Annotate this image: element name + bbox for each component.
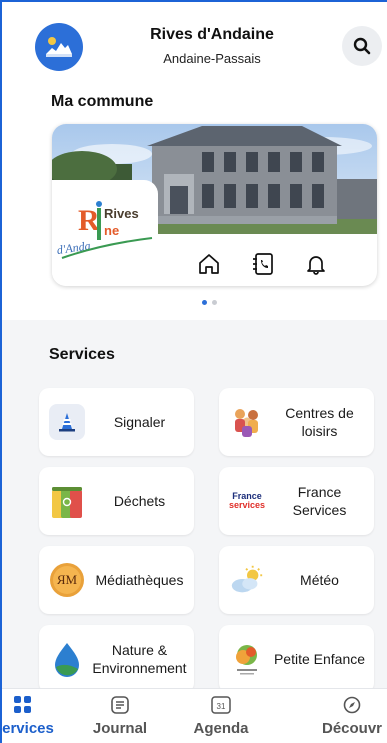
carousel-indicator[interactable] bbox=[202, 300, 217, 305]
traffic-cone-icon bbox=[49, 404, 85, 440]
service-dechets[interactable]: Déchets bbox=[39, 467, 194, 535]
calendar-icon-day: 31 bbox=[217, 702, 226, 711]
weather-icon bbox=[229, 562, 265, 598]
service-france-services[interactable]: France services France Services bbox=[219, 467, 374, 535]
service-centres-loisirs[interactable]: Centres de loisirs bbox=[219, 388, 374, 456]
svg-text:R: R bbox=[78, 204, 100, 237]
notifications-button[interactable] bbox=[302, 250, 330, 278]
nav-label-decouvrir: Découvr bbox=[321, 720, 383, 737]
phone-contact-icon bbox=[253, 253, 273, 275]
app-screen: Rives d'Andaine Andaine-Passais Ma commu… bbox=[0, 0, 387, 743]
bottom-navigation: Services Journal 31 Agenda bbox=[0, 688, 387, 743]
logo-text-rives: Rives bbox=[104, 206, 139, 221]
service-meteo[interactable]: Météo bbox=[219, 546, 374, 614]
bell-icon bbox=[307, 256, 325, 275]
search-icon bbox=[353, 37, 371, 55]
window-border-top bbox=[0, 0, 387, 2]
nature-icon bbox=[49, 641, 85, 677]
service-label: Déchets bbox=[113, 493, 166, 509]
service-mediatheques[interactable]: ЯМ Médiathèques bbox=[39, 546, 194, 614]
town-logo[interactable] bbox=[35, 23, 83, 71]
service-label: Centres de loisirs bbox=[285, 405, 354, 439]
window-border-left bbox=[0, 0, 2, 743]
grid-icon bbox=[13, 696, 33, 714]
service-petite-enfance[interactable]: Petite Enfance bbox=[219, 625, 374, 693]
home-button[interactable] bbox=[195, 250, 223, 278]
service-label: Nature & Environnement bbox=[92, 642, 187, 676]
service-label: Météo bbox=[300, 572, 339, 588]
header-area: Rives d'Andaine Andaine-Passais Ma commu… bbox=[2, 2, 387, 320]
rives-andaine-logo-graphic: R Rives ne d'Anda bbox=[56, 201, 153, 259]
children-icon bbox=[229, 404, 265, 440]
compass-icon bbox=[342, 696, 362, 714]
app-subtitle: Andaine-Passais bbox=[163, 51, 261, 66]
nav-item-agenda[interactable]: 31 Agenda bbox=[176, 689, 266, 743]
bins-icon bbox=[49, 483, 85, 519]
nav-item-decouvrir[interactable]: Découvr bbox=[307, 689, 387, 743]
service-label: Signaler bbox=[113, 414, 166, 430]
service-signaler[interactable]: Signaler bbox=[39, 388, 194, 456]
logo-text-ne: ne bbox=[104, 223, 119, 238]
search-button[interactable] bbox=[342, 26, 382, 66]
town-logo-icon bbox=[46, 37, 72, 57]
nav-label-agenda: Agenda bbox=[193, 720, 249, 737]
service-nature-environnement[interactable]: Nature & Environnement bbox=[39, 625, 194, 693]
carousel-dot-1[interactable] bbox=[202, 300, 207, 305]
france-services-icon: France services bbox=[228, 491, 266, 510]
app-title: Rives d'Andaine bbox=[150, 26, 274, 43]
commune-card[interactable]: R Rives ne d'Anda bbox=[52, 124, 377, 286]
mediatheque-icon: ЯМ bbox=[49, 562, 85, 598]
service-label: Médiathèques bbox=[95, 572, 184, 588]
home-icon bbox=[199, 254, 219, 274]
rives-andaine-logo: R Rives ne d'Anda bbox=[52, 180, 158, 286]
nav-item-services[interactable]: Services bbox=[0, 689, 68, 743]
mediatheque-logo-text: ЯМ bbox=[57, 572, 78, 587]
service-label: Petite Enfance bbox=[273, 651, 366, 667]
nav-label-journal: Journal bbox=[92, 720, 148, 737]
carousel-dot-2[interactable] bbox=[212, 300, 217, 305]
section-title-commune: Ma commune bbox=[51, 93, 154, 110]
calendar-icon: 31 bbox=[211, 696, 231, 714]
petite-enfance-icon bbox=[229, 641, 265, 677]
section-title-services: Services bbox=[49, 346, 115, 363]
contact-button[interactable] bbox=[249, 250, 277, 278]
nav-label-services: Services bbox=[0, 720, 54, 737]
nav-item-journal[interactable]: Journal bbox=[75, 689, 165, 743]
service-label: France Services bbox=[292, 484, 347, 518]
journal-icon bbox=[110, 696, 130, 714]
